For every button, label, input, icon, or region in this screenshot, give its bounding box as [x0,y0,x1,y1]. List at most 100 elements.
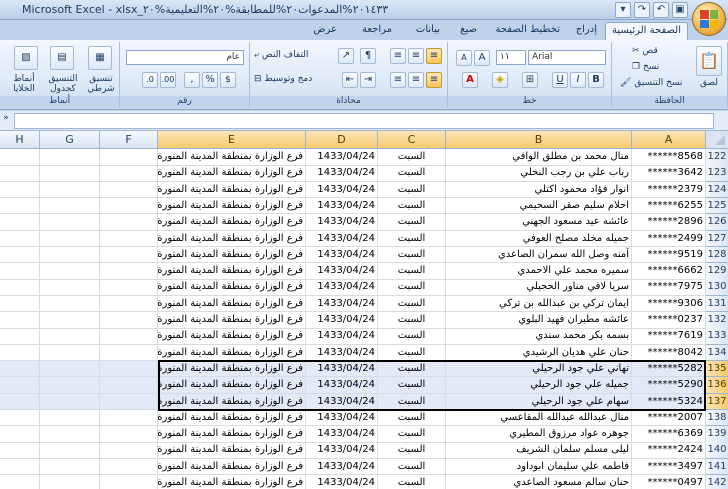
cell-d[interactable]: 1433/04/24 [306,149,378,166]
decrease-indent-icon[interactable]: ⇤ [342,72,358,88]
cell-c[interactable]: السبت [378,377,446,394]
cell-b[interactable]: بسمه بكر محمد سندي [446,328,632,345]
paste-icon[interactable]: 📋 [696,46,722,76]
cell-g[interactable] [40,344,100,362]
cell-e[interactable]: فرع الوزارة بمنطقة المدينة المنورة [158,263,306,280]
cell-e[interactable]: فرع الوزارة بمنطقة المدينة المنورة [158,328,306,345]
bold-button[interactable]: B [588,72,604,88]
cell-h[interactable] [0,149,40,166]
cell-b[interactable]: حنان علي هديان الرشيدي [446,344,632,362]
cell-a[interactable]: ******3642 [632,165,706,182]
cell-e[interactable]: فرع الوزارة بمنطقة المدينة المنورة [158,279,306,296]
cell-e[interactable]: فرع الوزارة بمنطقة المدينة المنورة [158,149,306,166]
conditional-format-icon[interactable]: ▦ [88,46,112,70]
row-header[interactable]: 140 [706,442,728,459]
cell-b[interactable]: احلام سليم صقر السحيمي [446,197,632,215]
cell-d[interactable]: 1433/04/24 [306,377,378,394]
cell-a[interactable]: ******6255 [632,197,706,215]
tab-view[interactable]: عرض [307,22,343,40]
row-header[interactable]: 125 [706,197,728,215]
cell-h[interactable] [0,263,40,280]
cell-a[interactable]: ******0497 [632,475,706,489]
row-header[interactable]: 139 [706,426,728,443]
cell-a[interactable]: ******2007 [632,409,706,427]
cell-g[interactable] [40,409,100,427]
tab-review[interactable]: مراجعة [356,22,398,40]
cell-a[interactable]: ******2424 [632,442,706,459]
cell-a[interactable]: ******6369 [632,426,706,443]
cell-c[interactable]: السبت [378,197,446,215]
cell-f[interactable] [100,426,158,443]
cell-d[interactable]: 1433/04/24 [306,181,378,199]
cell-d[interactable]: 1433/04/24 [306,312,378,329]
row-header[interactable]: 142 [706,475,728,489]
cell-g[interactable] [40,295,100,313]
cell-g[interactable] [40,279,100,296]
table-row[interactable]: فرع الوزارة بمنطقة المدينة المنورة 1433/0… [0,230,728,247]
cell-c[interactable]: السبت [378,181,446,199]
office-button[interactable] [692,2,726,36]
cell-e[interactable]: فرع الوزارة بمنطقة المدينة المنورة [158,360,306,378]
number-format-select[interactable]: عام [126,50,244,65]
cell-a[interactable]: ******9306 [632,295,706,313]
cell-e[interactable]: فرع الوزارة بمنطقة المدينة المنورة [158,377,306,394]
cell-f[interactable] [100,442,158,459]
cell-h[interactable] [0,295,40,313]
tab-page-layout[interactable]: تخطيط الصفحة [489,22,566,40]
row-header[interactable]: 137 [706,393,728,410]
cell-g[interactable] [40,230,100,247]
cell-d[interactable]: 1433/04/24 [306,214,378,231]
cell-f[interactable] [100,344,158,362]
cell-h[interactable] [0,214,40,231]
cell-a[interactable]: ******5282 [632,360,706,378]
row-header[interactable]: 130 [706,279,728,296]
cell-d[interactable]: 1433/04/24 [306,458,378,476]
tab-formulas[interactable]: صيغ [454,22,483,40]
table-row[interactable]: فرع الوزارة بمنطقة المدينة المنورة 1433/0… [0,328,728,345]
undo-icon[interactable]: ↶ [653,2,669,18]
cell-f[interactable] [100,328,158,345]
cell-b[interactable]: تهاني علي جود الرحيلي [446,360,632,378]
table-row[interactable]: فرع الوزارة بمنطقة المدينة المنورة 1433/0… [0,246,728,264]
cell-g[interactable] [40,475,100,489]
cell-e[interactable]: فرع الوزارة بمنطقة المدينة المنورة [158,181,306,199]
cell-h[interactable] [0,442,40,459]
cell-b[interactable]: آمنه وصل الله سمران الصاعدي [446,246,632,264]
align-top-icon[interactable]: ≡ [426,48,442,64]
table-row[interactable]: فرع الوزارة بمنطقة المدينة المنورة 1433/0… [0,279,728,296]
cell-f[interactable] [100,149,158,166]
currency-icon[interactable]: $ [220,72,236,88]
cell-f[interactable] [100,279,158,296]
cell-c[interactable]: السبت [378,328,446,345]
font-size-select[interactable]: ١١ [496,50,526,65]
formula-input[interactable] [14,113,714,129]
cell-c[interactable]: السبت [378,442,446,459]
tab-data[interactable]: بيانات [410,22,446,40]
cell-h[interactable] [0,230,40,247]
cell-c[interactable]: السبت [378,149,446,166]
cell-g[interactable] [40,165,100,182]
cell-d[interactable]: 1433/04/24 [306,344,378,362]
cell-g[interactable] [40,246,100,264]
row-header[interactable]: 134 [706,344,728,362]
cell-d[interactable]: 1433/04/24 [306,197,378,215]
cell-f[interactable] [100,165,158,182]
underline-button[interactable]: U [552,72,568,88]
cell-h[interactable] [0,312,40,329]
column-header-b[interactable]: B [446,131,632,149]
cell-c[interactable]: السبت [378,246,446,264]
cell-f[interactable] [100,393,158,410]
cell-e[interactable]: فرع الوزارة بمنطقة المدينة المنورة [158,230,306,247]
cell-a[interactable]: ******2896 [632,214,706,231]
cell-g[interactable] [40,393,100,410]
borders-icon[interactable]: ⊞ [522,72,538,88]
cell-b[interactable]: انوار فؤاد محمود اكتلي [446,181,632,199]
cell-c[interactable]: السبت [378,393,446,410]
table-row[interactable]: فرع الوزارة بمنطقة المدينة المنورة 1433/0… [0,214,728,231]
cell-b[interactable]: ايمان تركي بن عبدالله بن تركي [446,295,632,313]
cell-a[interactable]: ******5290 [632,377,706,394]
cell-h[interactable] [0,197,40,215]
cell-e[interactable]: فرع الوزارة بمنطقة المدينة المنورة [158,295,306,313]
cell-c[interactable]: السبت [378,230,446,247]
row-header[interactable]: 138 [706,409,728,427]
